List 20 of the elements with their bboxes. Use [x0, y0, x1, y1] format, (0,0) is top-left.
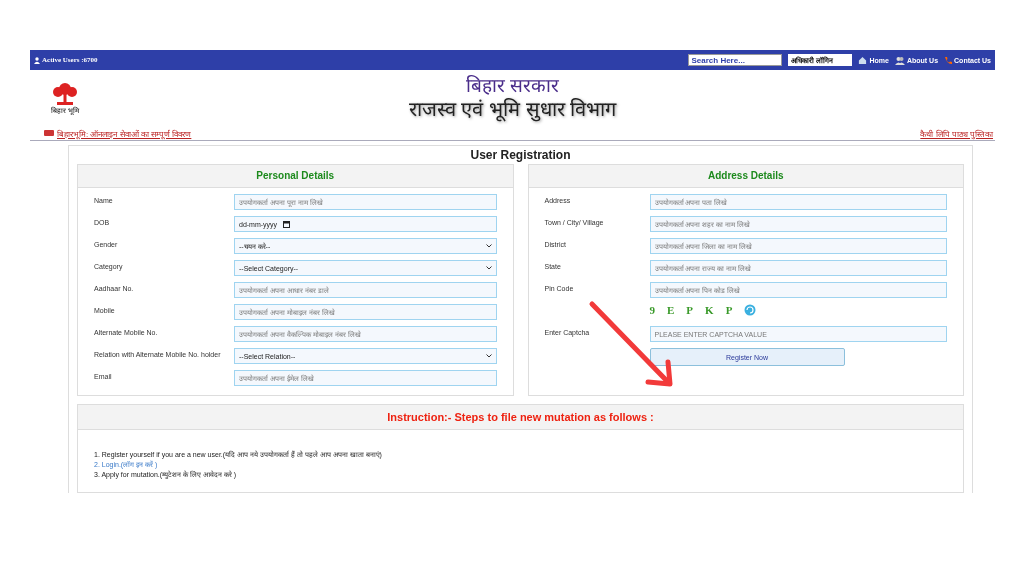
services-link[interactable]: बिहारभूमि: ऑनलाइन सेवाओं का सम्पूर्ण विवरण: [44, 127, 192, 139]
user-icon: [34, 56, 40, 64]
form-title: User Registration: [469, 147, 572, 164]
tree-logo-icon: [51, 81, 79, 106]
panel-heading: Personal Details: [78, 165, 513, 188]
search-field[interactable]: Search Here...: [688, 54, 783, 66]
chevron-icon: [485, 354, 492, 358]
users-icon: [894, 55, 905, 65]
captcha-image: 9 E P K P: [649, 304, 947, 316]
calendar-icon: [283, 220, 291, 228]
chevron-icon: [485, 266, 492, 270]
phone-icon: [944, 55, 953, 65]
panel-heading: Address Details: [528, 165, 963, 188]
chevron-icon: [485, 244, 492, 248]
home-icon: [858, 55, 868, 65]
site-title: बिहार सरकार: [465, 75, 560, 97]
instruction-heading: Instruction:- Steps to file new mutation as follows :: [78, 405, 963, 430]
refresh-icon[interactable]: [744, 304, 757, 316]
booklet-link[interactable]: कैथी लिपि पाठ्य पुस्तिका: [920, 127, 993, 139]
department-title: राजस्व एवं भूमि सुधार विभाग: [408, 97, 617, 121]
